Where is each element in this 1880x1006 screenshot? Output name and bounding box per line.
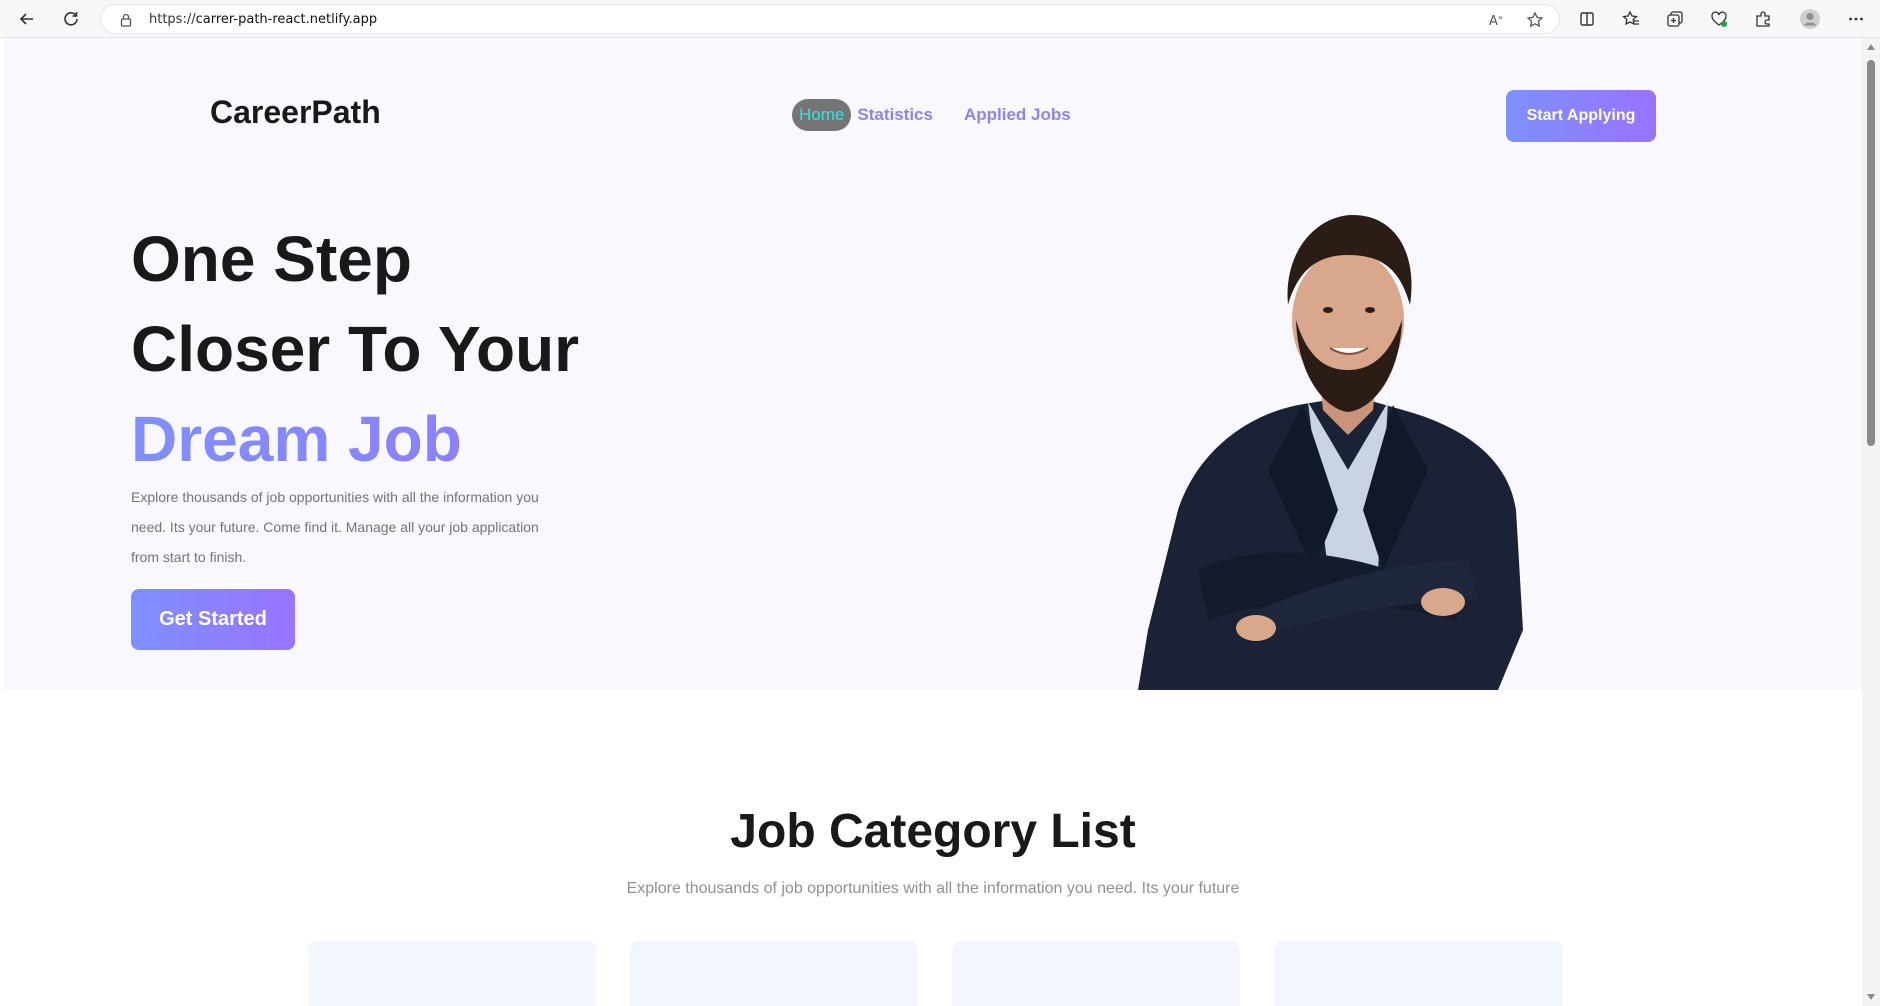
hero-description: Explore thousands of job opportunities w… <box>131 489 539 565</box>
category-card[interactable] <box>308 941 596 1006</box>
category-card[interactable] <box>630 941 918 1006</box>
refresh-icon[interactable] <box>58 6 84 32</box>
more-menu-icon[interactable] <box>1843 6 1869 32</box>
scrollbar-thumb[interactable] <box>1867 60 1875 446</box>
favorite-star-icon[interactable] <box>1525 10 1545 30</box>
nav-link-statistics[interactable]: Statistics <box>857 105 933 125</box>
address-bar[interactable]: https://carrer-path-react.netlify.app A» <box>100 4 1560 34</box>
url-host: carrer-path-react.netlify.app <box>195 12 378 27</box>
job-category-subtitle: Explore thousands of job opportunities w… <box>626 880 1240 897</box>
split-screen-icon[interactable] <box>1574 6 1600 32</box>
scroll-up-icon[interactable] <box>1867 44 1875 50</box>
top-navbar: CareerPath Home Statistics Applied Jobs … <box>4 38 1862 168</box>
lock-icon[interactable] <box>117 11 135 29</box>
read-aloud-icon[interactable]: A» <box>1487 10 1507 30</box>
svg-text:A: A <box>1489 14 1498 28</box>
browser-essentials-icon[interactable] <box>1706 6 1732 32</box>
hero-section: CareerPath Home Statistics Applied Jobs … <box>4 38 1862 690</box>
category-card[interactable] <box>1274 941 1562 1006</box>
vertical-scrollbar[interactable] <box>1862 38 1880 1006</box>
hero-heading-line-2: Closer To Your <box>131 313 580 385</box>
category-card[interactable] <box>952 941 1240 1006</box>
hero-person-image <box>1138 215 1523 690</box>
svg-text:»: » <box>1498 13 1503 22</box>
favorites-icon[interactable] <box>1618 6 1644 32</box>
url-scheme: https:// <box>149 12 196 27</box>
nav-links: Home Statistics Applied Jobs <box>792 98 1102 132</box>
browser-toolbar: https://carrer-path-react.netlify.app A» <box>0 0 1880 38</box>
scroll-down-icon[interactable] <box>1867 994 1875 1000</box>
nav-link-applied-jobs[interactable]: Applied Jobs <box>964 105 1071 125</box>
collections-icon[interactable] <box>1662 6 1688 32</box>
url-text[interactable]: https://carrer-path-react.netlify.app <box>149 12 377 27</box>
hero-heading-highlight: Dream Job <box>131 394 751 484</box>
hero-heading: One Step Closer To Your Dream Job <box>131 214 751 484</box>
brand-logo[interactable]: CareerPath <box>210 94 381 131</box>
start-applying-button[interactable]: Start Applying <box>1506 90 1656 142</box>
job-category-cards <box>308 941 1562 1006</box>
hero-heading-line-1: One Step <box>131 223 412 295</box>
job-category-title: Job Category List <box>730 805 1136 858</box>
page-viewport: CareerPath Home Statistics Applied Jobs … <box>4 38 1862 1006</box>
get-started-button[interactable]: Get Started <box>131 589 295 650</box>
extensions-icon[interactable] <box>1750 6 1776 32</box>
nav-link-home[interactable]: Home <box>792 99 852 131</box>
profile-avatar-icon[interactable] <box>1797 6 1823 32</box>
back-icon[interactable] <box>14 6 40 32</box>
